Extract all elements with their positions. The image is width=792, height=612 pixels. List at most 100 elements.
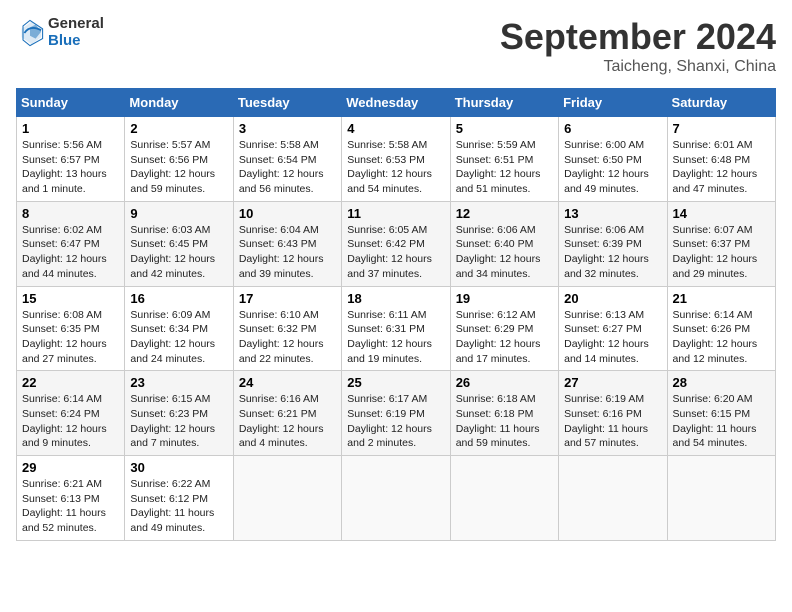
calendar-day-cell: 5 Sunrise: 5:59 AMSunset: 6:51 PMDaylight…	[450, 117, 558, 202]
calendar-day-cell: 22Sunrise: 6:14 AMSunset: 6:24 PMDayligh…	[17, 371, 125, 456]
calendar-day-cell: 30 Sunrise: 6:22 AMSunset: 6:12 PMDayligh…	[125, 456, 233, 541]
calendar-day-cell: 24 Sunrise: 6:16 AMSunset: 6:21 PMDayligh…	[233, 371, 341, 456]
calendar-day-cell: 20 Sunrise: 6:13 AMSunset: 6:27 PMDayligh…	[559, 286, 667, 371]
calendar-day-cell: 28 Sunrise: 6:20 AMSunset: 6:15 PMDayligh…	[667, 371, 775, 456]
calendar-body: 1 Sunrise: 5:56 AMSunset: 6:57 PMDaylight…	[17, 117, 776, 541]
calendar-week-row: 22Sunrise: 6:14 AMSunset: 6:24 PMDayligh…	[17, 371, 776, 456]
day-info: Sunrise: 5:58 AMSunset: 6:54 PMDaylight:…	[239, 138, 336, 197]
month-title: September 2024	[500, 16, 776, 58]
day-number: 10	[239, 206, 336, 221]
day-number: 12	[456, 206, 553, 221]
calendar-day-cell: 8Sunrise: 6:02 AMSunset: 6:47 PMDaylight…	[17, 201, 125, 286]
day-number: 14	[673, 206, 770, 221]
weekday-header-cell: Monday	[125, 89, 233, 117]
day-info: Sunrise: 5:58 AMSunset: 6:53 PMDaylight:…	[347, 138, 444, 197]
calendar-day-cell	[667, 456, 775, 541]
day-number: 4	[347, 121, 444, 136]
day-info: Sunrise: 6:18 AMSunset: 6:18 PMDaylight:…	[456, 392, 553, 451]
day-number: 22	[22, 375, 119, 390]
logo-general: General	[48, 16, 104, 33]
day-info: Sunrise: 5:56 AMSunset: 6:57 PMDaylight:…	[22, 138, 119, 197]
day-number: 24	[239, 375, 336, 390]
calendar-day-cell: 21 Sunrise: 6:14 AMSunset: 6:26 PMDayligh…	[667, 286, 775, 371]
day-info: Sunrise: 6:01 AMSunset: 6:48 PMDaylight:…	[673, 138, 770, 197]
day-info: Sunrise: 5:59 AMSunset: 6:51 PMDaylight:…	[456, 138, 553, 197]
day-number: 28	[673, 375, 770, 390]
day-number: 20	[564, 291, 661, 306]
calendar-day-cell: 12 Sunrise: 6:06 AMSunset: 6:40 PMDayligh…	[450, 201, 558, 286]
day-number: 29	[22, 460, 119, 475]
calendar-table: SundayMondayTuesdayWednesdayThursdayFrid…	[16, 88, 776, 541]
day-number: 11	[347, 206, 444, 221]
calendar-day-cell: 16 Sunrise: 6:09 AMSunset: 6:34 PMDayligh…	[125, 286, 233, 371]
calendar-day-cell: 9 Sunrise: 6:03 AMSunset: 6:45 PMDaylight…	[125, 201, 233, 286]
day-number: 25	[347, 375, 444, 390]
day-info: Sunrise: 6:08 AMSunset: 6:35 PMDaylight:…	[22, 308, 119, 367]
day-number: 7	[673, 121, 770, 136]
calendar-day-cell: 27 Sunrise: 6:19 AMSunset: 6:16 PMDayligh…	[559, 371, 667, 456]
day-number: 9	[130, 206, 227, 221]
day-number: 21	[673, 291, 770, 306]
day-info: Sunrise: 6:16 AMSunset: 6:21 PMDaylight:…	[239, 392, 336, 451]
logo: General Blue	[16, 16, 104, 49]
calendar-day-cell: 15 Sunrise: 6:08 AMSunset: 6:35 PMDayligh…	[17, 286, 125, 371]
weekday-header-cell: Thursday	[450, 89, 558, 117]
day-number: 27	[564, 375, 661, 390]
calendar-day-cell: 25 Sunrise: 6:17 AMSunset: 6:19 PMDayligh…	[342, 371, 450, 456]
calendar-day-cell: 1 Sunrise: 5:56 AMSunset: 6:57 PMDaylight…	[17, 117, 125, 202]
calendar-day-cell: 2 Sunrise: 5:57 AMSunset: 6:56 PMDaylight…	[125, 117, 233, 202]
day-number: 16	[130, 291, 227, 306]
day-number: 19	[456, 291, 553, 306]
day-number: 3	[239, 121, 336, 136]
day-number: 1	[22, 121, 119, 136]
weekday-header-cell: Friday	[559, 89, 667, 117]
day-number: 2	[130, 121, 227, 136]
day-info: Sunrise: 6:06 AMSunset: 6:40 PMDaylight:…	[456, 223, 553, 282]
day-number: 6	[564, 121, 661, 136]
day-number: 26	[456, 375, 553, 390]
weekday-header-cell: Saturday	[667, 89, 775, 117]
day-number: 23	[130, 375, 227, 390]
day-info: Sunrise: 6:11 AMSunset: 6:31 PMDaylight:…	[347, 308, 444, 367]
calendar-day-cell: 13 Sunrise: 6:06 AMSunset: 6:39 PMDayligh…	[559, 201, 667, 286]
day-info: Sunrise: 6:20 AMSunset: 6:15 PMDaylight:…	[673, 392, 770, 451]
day-number: 30	[130, 460, 227, 475]
day-info: Sunrise: 6:12 AMSunset: 6:29 PMDaylight:…	[456, 308, 553, 367]
calendar-day-cell: 29 Sunrise: 6:21 AMSunset: 6:13 PMDayligh…	[17, 456, 125, 541]
calendar-week-row: 1 Sunrise: 5:56 AMSunset: 6:57 PMDaylight…	[17, 117, 776, 202]
calendar-day-cell: 7 Sunrise: 6:01 AMSunset: 6:48 PMDaylight…	[667, 117, 775, 202]
calendar-day-cell: 14 Sunrise: 6:07 AMSunset: 6:37 PMDayligh…	[667, 201, 775, 286]
calendar-day-cell: 17Sunrise: 6:10 AMSunset: 6:32 PMDayligh…	[233, 286, 341, 371]
calendar-week-row: 15 Sunrise: 6:08 AMSunset: 6:35 PMDayligh…	[17, 286, 776, 371]
title-block: September 2024 Taicheng, Shanxi, China	[500, 16, 776, 76]
calendar-day-cell: 23 Sunrise: 6:15 AMSunset: 6:23 PMDayligh…	[125, 371, 233, 456]
day-info: Sunrise: 6:21 AMSunset: 6:13 PMDaylight:…	[22, 477, 119, 536]
calendar-week-row: 8Sunrise: 6:02 AMSunset: 6:47 PMDaylight…	[17, 201, 776, 286]
day-info: Sunrise: 6:15 AMSunset: 6:23 PMDaylight:…	[130, 392, 227, 451]
calendar-day-cell: 11Sunrise: 6:05 AMSunset: 6:42 PMDayligh…	[342, 201, 450, 286]
day-number: 13	[564, 206, 661, 221]
logo-icon	[16, 19, 44, 47]
calendar-week-row: 29 Sunrise: 6:21 AMSunset: 6:13 PMDayligh…	[17, 456, 776, 541]
day-number: 18	[347, 291, 444, 306]
day-info: Sunrise: 5:57 AMSunset: 6:56 PMDaylight:…	[130, 138, 227, 197]
day-info: Sunrise: 6:19 AMSunset: 6:16 PMDaylight:…	[564, 392, 661, 451]
logo-blue: Blue	[48, 33, 104, 50]
day-info: Sunrise: 6:13 AMSunset: 6:27 PMDaylight:…	[564, 308, 661, 367]
calendar-day-cell: 4 Sunrise: 5:58 AMSunset: 6:53 PMDaylight…	[342, 117, 450, 202]
day-info: Sunrise: 6:22 AMSunset: 6:12 PMDaylight:…	[130, 477, 227, 536]
calendar-day-cell	[342, 456, 450, 541]
location-title: Taicheng, Shanxi, China	[500, 58, 776, 76]
day-number: 5	[456, 121, 553, 136]
day-info: Sunrise: 6:09 AMSunset: 6:34 PMDaylight:…	[130, 308, 227, 367]
day-info: Sunrise: 6:14 AMSunset: 6:26 PMDaylight:…	[673, 308, 770, 367]
weekday-header-cell: Sunday	[17, 89, 125, 117]
day-info: Sunrise: 6:06 AMSunset: 6:39 PMDaylight:…	[564, 223, 661, 282]
calendar-day-cell	[233, 456, 341, 541]
calendar-day-cell: 18 Sunrise: 6:11 AMSunset: 6:31 PMDayligh…	[342, 286, 450, 371]
day-info: Sunrise: 6:17 AMSunset: 6:19 PMDaylight:…	[347, 392, 444, 451]
day-info: Sunrise: 6:07 AMSunset: 6:37 PMDaylight:…	[673, 223, 770, 282]
day-info: Sunrise: 6:03 AMSunset: 6:45 PMDaylight:…	[130, 223, 227, 282]
day-number: 15	[22, 291, 119, 306]
calendar-day-cell	[559, 456, 667, 541]
